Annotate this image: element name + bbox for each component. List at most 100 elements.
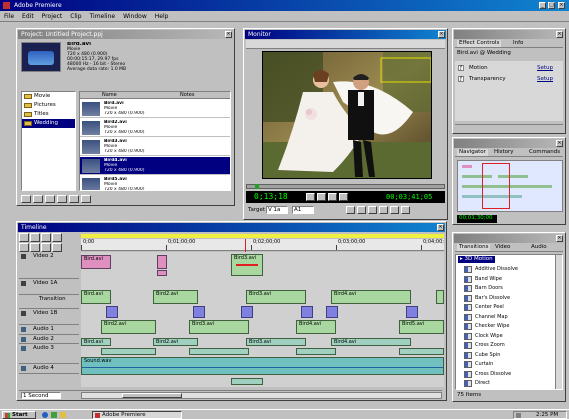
transition-item[interactable]: Cross Dissolve (464, 370, 554, 379)
clip-video1b-2[interactable]: Bird3.avi (189, 320, 249, 334)
lift-button[interactable] (368, 206, 377, 214)
transition-item[interactable]: Cross Zoom (464, 341, 554, 350)
tab-commands[interactable]: Commands (527, 149, 562, 156)
desktop-icon[interactable] (51, 412, 57, 418)
close-icon[interactable]: × (437, 224, 444, 231)
tab-navigator[interactable]: Navigator (457, 149, 488, 156)
menu-edit[interactable]: Edit (22, 13, 34, 20)
transition-4[interactable] (301, 306, 313, 318)
transition-3[interactable] (241, 306, 253, 318)
transition-item[interactable]: Cube Spin (464, 351, 554, 360)
eye-icon[interactable] (21, 254, 26, 259)
timeline-window[interactable]: Timeline × 0;00 0;01;00;00 0;02;00;00 0;03;… (16, 221, 447, 401)
stop-button[interactable] (317, 193, 326, 201)
enable-checkbox[interactable]: ƒ (458, 65, 464, 71)
clip-video2-1[interactable]: Bird.avi (81, 255, 111, 269)
transition-1[interactable] (106, 306, 118, 318)
selection-tool[interactable] (19, 233, 29, 242)
clip-video2-2[interactable] (157, 255, 167, 269)
track-header-audio-3[interactable]: Audio 3 (19, 344, 79, 364)
target-select[interactable]: V 1a (266, 206, 288, 214)
clip-video1a-5[interactable] (436, 290, 444, 304)
tab-info[interactable]: Info (511, 40, 525, 47)
new-bin-button[interactable] (21, 195, 31, 203)
work-area-bar[interactable] (81, 234, 444, 238)
transition-2[interactable] (193, 306, 205, 318)
clip-audio1-2[interactable]: Bird2.avi (153, 338, 198, 346)
clip-audio2-3[interactable] (296, 348, 336, 355)
clip-item[interactable]: Bird.avi Movie 720 x 480 (0.900) (80, 100, 230, 118)
clip-audio1-3[interactable]: Bird3.avi (246, 338, 306, 346)
next-edit-button[interactable] (401, 206, 410, 214)
thumbnail-view-button[interactable] (69, 195, 79, 203)
menu-project[interactable]: Project (42, 13, 63, 20)
track-header-video-1b[interactable]: Video 1B (19, 309, 79, 325)
volume-icon[interactable] (516, 413, 521, 418)
menu-help[interactable]: Help (155, 13, 169, 20)
enable-checkbox[interactable]: ƒ (458, 76, 464, 82)
mark-out-button[interactable] (357, 206, 366, 214)
time-ruler[interactable]: 0;00 0;01;00;00 0;02;00;00 0;03;00;00 0;04;0… (81, 239, 444, 251)
navigator-palette[interactable]: × Navigator History Commands 00;01;30;00 (452, 137, 566, 225)
effect-row[interactable]: ƒ Transparency Setup (455, 74, 563, 84)
current-timecode[interactable]: 0;13;18 (254, 191, 288, 203)
tab-transitions[interactable]: Transitions (457, 244, 491, 251)
close-icon[interactable]: × (556, 235, 563, 242)
bin-titles[interactable]: Titles (22, 110, 75, 119)
shuttle-slider[interactable] (246, 184, 445, 189)
clip-video1b-4[interactable]: Bird5.avi (399, 320, 444, 334)
clip-item[interactable]: Bird4.avi Movie 720 x 480 (0.900) (80, 157, 230, 175)
outlook-icon[interactable] (60, 412, 66, 418)
in-point-tool[interactable] (41, 243, 51, 252)
clip-video1a-4[interactable]: Bird4.avi (331, 290, 411, 304)
track-header-audio-1[interactable]: Audio 1 (19, 325, 79, 335)
clip-video1b-1[interactable]: Bird2.avi (101, 320, 156, 334)
clip-item[interactable]: Bird2.avi Movie 720 x 480 (0.900) (80, 119, 230, 137)
track-header-transition[interactable]: Transition (19, 295, 79, 309)
clip-audio4-1[interactable] (231, 378, 263, 385)
close-icon[interactable]: × (556, 140, 563, 147)
transitions-list[interactable]: ▸ 3D Motion Additive Dissolve Band Wipe Ba… (455, 254, 563, 390)
column-notes[interactable]: Notes (180, 92, 194, 99)
close-icon[interactable]: × (225, 31, 232, 38)
track-header-video-1a[interactable]: Video 1A (19, 279, 79, 295)
transition-folder[interactable]: ▸ 3D Motion (458, 256, 495, 263)
zoom-tool[interactable] (19, 243, 29, 252)
duration-timecode[interactable]: 00;03;41;05 (386, 191, 432, 203)
clip-video2-title[interactable]: Bird3.avi (231, 254, 263, 276)
track-header-audio-2[interactable]: Audio 2 (19, 335, 79, 344)
menu-file[interactable]: File (4, 13, 14, 20)
transition-item[interactable]: Band Wipe (464, 275, 554, 284)
menu-window[interactable]: Window (123, 13, 147, 20)
transition-6[interactable] (406, 306, 418, 318)
find-button[interactable] (33, 195, 43, 203)
transition-item[interactable]: Bar's Dissolve (464, 294, 554, 303)
speaker-icon[interactable] (21, 337, 26, 342)
transition-item[interactable]: Channel Map (464, 313, 554, 322)
play-button[interactable] (328, 193, 337, 201)
hand-tool[interactable] (52, 233, 62, 242)
mark-in-button[interactable] (346, 206, 355, 214)
clip-audio1-1[interactable]: Bird.avi (81, 338, 111, 346)
track-header-audio-4[interactable]: Audio 4 (19, 364, 79, 374)
minimize-icon[interactable]: _ (539, 2, 546, 9)
tab-history[interactable]: History (492, 149, 516, 156)
delete-button[interactable] (81, 195, 91, 203)
menu-clip[interactable]: Clip (70, 13, 81, 20)
clip-video1a-2[interactable]: Bird2.avi (153, 290, 198, 304)
close-icon[interactable]: × (438, 31, 445, 38)
bin-list[interactable]: Movie Pictures Titles Wedding (21, 91, 76, 191)
transition-item[interactable]: Additive Dissolve (464, 265, 554, 274)
clip-list[interactable]: Name Notes Bird.avi Movie 720 x 480 (0.900… (79, 91, 231, 191)
clip-audio2-4[interactable] (399, 348, 444, 355)
transition-5[interactable] (326, 306, 338, 318)
effect-controls-palette[interactable]: × Effect Controls Info Bird.avi @ Weddin… (452, 28, 566, 134)
link-tool[interactable] (30, 243, 40, 252)
transition-item[interactable]: Center Peel (464, 303, 554, 312)
close-icon[interactable]: × (558, 2, 565, 9)
setup-link[interactable]: Setup (537, 63, 553, 73)
taskbar-task-premiere[interactable]: Adobe Premiere (92, 411, 182, 419)
razor-tool[interactable] (41, 233, 51, 242)
monitor-window[interactable]: Monitor × 0;13;18 00;03;41;05 Target V 1… (243, 28, 448, 220)
bin-movie[interactable]: Movie (22, 92, 75, 101)
